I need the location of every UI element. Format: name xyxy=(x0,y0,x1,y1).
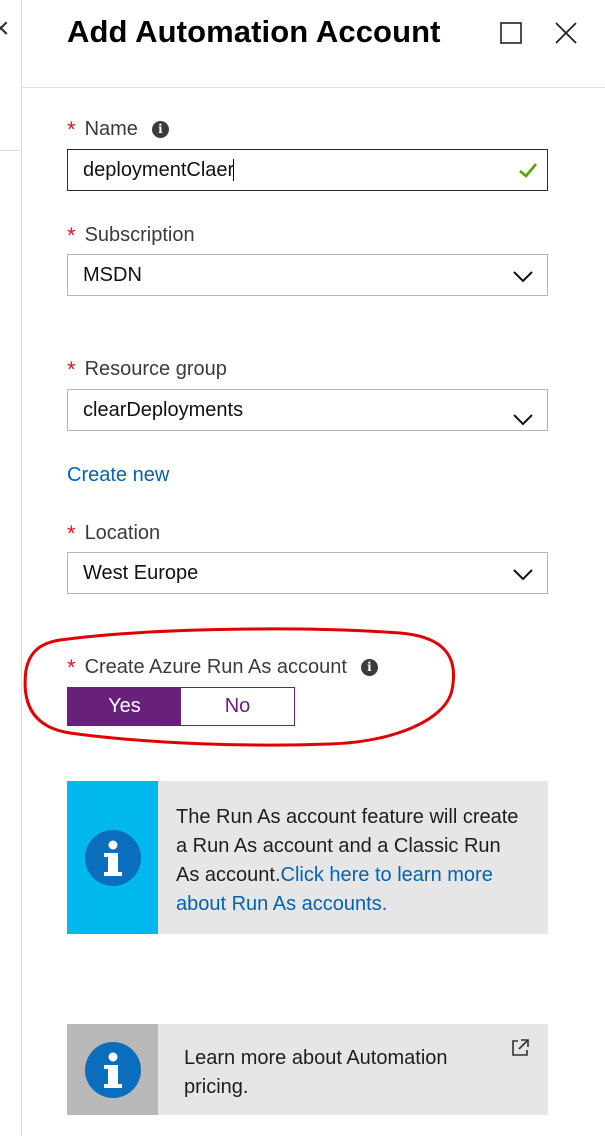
info-icon xyxy=(84,829,141,886)
required-marker: * xyxy=(67,117,76,142)
close-button[interactable] xyxy=(551,18,581,48)
resource-group-label: Resource group xyxy=(84,357,227,380)
run-as-info-text: The Run As account feature will create a… xyxy=(158,781,548,934)
run-as-label: Create Azure Run As account xyxy=(84,655,347,678)
checkmark-icon xyxy=(517,159,539,187)
maximize-icon xyxy=(500,22,522,44)
location-label-row: * Location xyxy=(67,520,160,546)
resource-group-label-row: * Resource group xyxy=(67,356,227,382)
run-as-label-row: * Create Azure Run As account i xyxy=(67,654,378,680)
resource-group-value: clearDeployments xyxy=(83,398,244,421)
info-icon xyxy=(84,1041,141,1098)
location-label: Location xyxy=(84,521,161,544)
blade-header: Add Automation Account xyxy=(22,0,605,88)
maximize-button[interactable] xyxy=(496,18,526,48)
run-as-info-box: The Run As account feature will create a… xyxy=(67,781,548,934)
subscription-label: Subscription xyxy=(84,223,195,246)
page-title: Add Automation Account xyxy=(67,14,441,49)
run-as-yes-option[interactable]: Yes xyxy=(68,688,181,725)
subscription-label-row: * Subscription xyxy=(67,222,195,248)
run-as-no-option[interactable]: No xyxy=(181,688,294,725)
close-icon xyxy=(555,22,577,44)
external-link-icon[interactable] xyxy=(510,1038,530,1063)
pricing-info-text: Learn more about Automation pricing. xyxy=(184,1047,448,1098)
name-input[interactable]: deploymentClaer xyxy=(67,149,548,191)
close-icon[interactable]: × xyxy=(0,14,10,44)
info-icon[interactable]: i xyxy=(151,120,169,138)
chevron-down-icon xyxy=(513,565,533,588)
required-marker: * xyxy=(67,357,76,382)
info-icon[interactable]: i xyxy=(360,658,378,676)
required-marker: * xyxy=(67,223,76,248)
text-cursor xyxy=(233,159,235,181)
resource-group-select[interactable]: clearDeployments xyxy=(67,389,548,431)
name-label-row: * Name i xyxy=(67,116,169,142)
location-value: West Europe xyxy=(83,561,199,584)
location-select[interactable]: West Europe xyxy=(67,552,548,594)
subscription-select[interactable]: MSDN xyxy=(67,254,548,296)
info-box-side xyxy=(67,1024,158,1115)
create-new-link[interactable]: Create new xyxy=(67,464,169,487)
pricing-info-box[interactable]: Learn more about Automation pricing. xyxy=(67,1024,548,1115)
info-box-side xyxy=(67,781,158,934)
run-as-toggle[interactable]: Yes No xyxy=(67,687,295,726)
subscription-value: MSDN xyxy=(83,263,142,286)
required-marker: * xyxy=(67,655,76,680)
chevron-down-icon xyxy=(513,410,533,433)
name-value: deploymentClaer xyxy=(83,158,235,181)
background-blade-edge: × xyxy=(0,0,22,1136)
required-marker: * xyxy=(67,521,76,546)
name-label: Name xyxy=(84,117,138,140)
divider xyxy=(0,150,22,151)
chevron-down-icon xyxy=(513,267,533,290)
